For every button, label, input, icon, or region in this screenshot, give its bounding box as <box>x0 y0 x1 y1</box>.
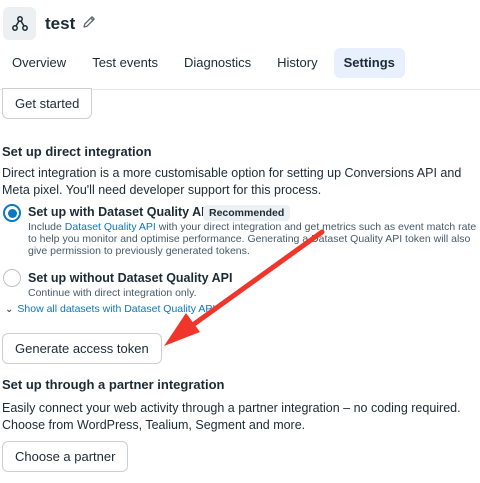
option-with-label: Set up with Dataset Quality API <box>28 205 213 219</box>
partner-integration-description: Easily connect your web activity through… <box>2 401 461 432</box>
tab-test-events[interactable]: Test events <box>82 48 168 78</box>
chevron-down-icon: ⌄ <box>5 304 14 315</box>
choose-a-partner-button[interactable]: Choose a partner <box>2 441 129 472</box>
direct-integration-description: Direct integration is a more customisabl… <box>2 166 462 197</box>
show-all-datasets-link[interactable]: ⌄ Show all datasets with Dataset Quality … <box>5 303 215 315</box>
dataset-quality-api-link[interactable]: Dataset Quality API <box>65 221 156 233</box>
radio-without-dataset-quality-api[interactable] <box>3 269 21 287</box>
tab-history[interactable]: History <box>267 48 327 78</box>
page-title: test <box>45 14 76 33</box>
recommended-badge: Recommended <box>203 205 291 221</box>
pixel-network-icon <box>3 7 36 40</box>
page-header: test Overview Test events Diagnostics Hi… <box>0 0 480 90</box>
radio-with-dataset-quality-api[interactable] <box>3 204 21 222</box>
option-without-label: Set up without Dataset Quality API <box>28 271 233 285</box>
tab-overview[interactable]: Overview <box>0 48 76 78</box>
tab-settings[interactable]: Settings <box>333 48 405 78</box>
get-started-button[interactable]: Get started <box>2 88 93 119</box>
tab-diagnostics[interactable]: Diagnostics <box>174 48 261 78</box>
direct-integration-heading: Set up direct integration <box>2 144 152 159</box>
pencil-icon[interactable] <box>81 14 97 30</box>
generate-access-token-button[interactable]: Generate access token <box>2 333 162 364</box>
tab-bar: Overview Test events Diagnostics History… <box>0 48 411 78</box>
option-without-description: Continue with direct integration only. <box>28 287 197 299</box>
option-with-description: Include Dataset Quality API with your di… <box>28 221 477 257</box>
partner-integration-heading: Set up through a partner integration <box>2 377 225 392</box>
